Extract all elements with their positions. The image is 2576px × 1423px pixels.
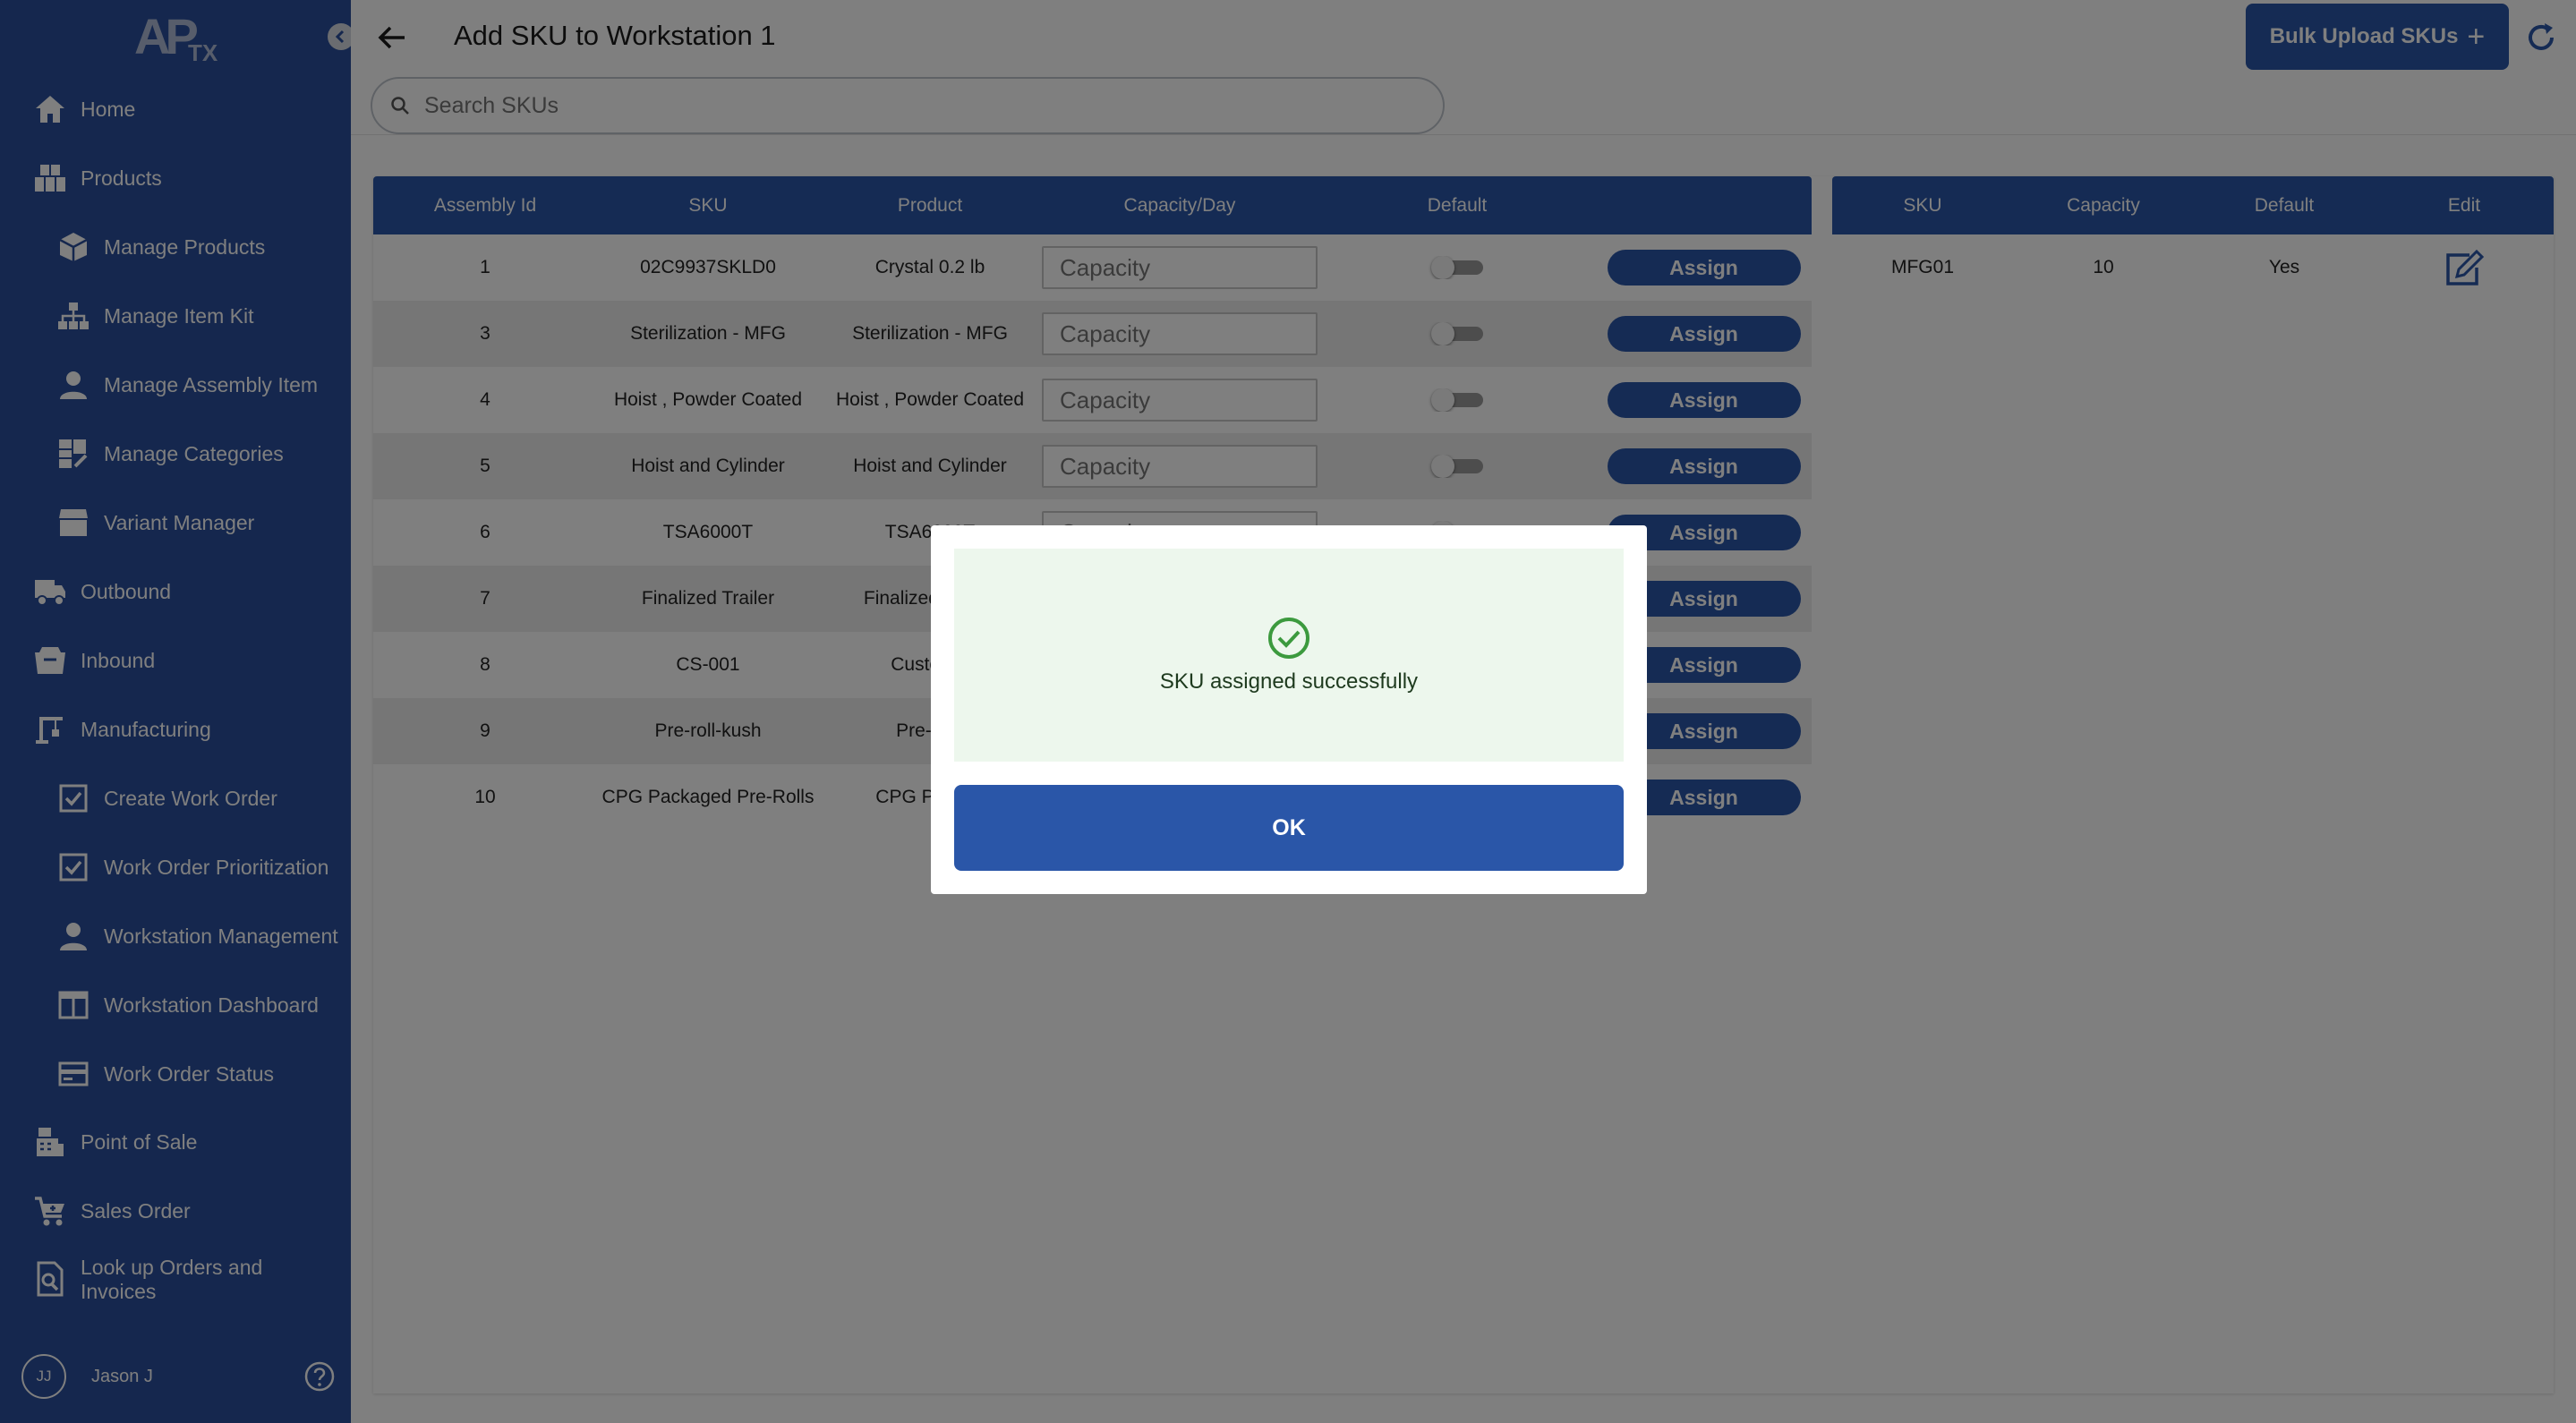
modal-overlay[interactable]: SKU assigned successfully OK	[0, 0, 2576, 1423]
check-circle-icon	[1268, 618, 1309, 659]
ok-button[interactable]: OK	[954, 785, 1624, 871]
success-message: SKU assigned successfully	[1159, 669, 1419, 694]
success-alert: SKU assigned successfully	[954, 549, 1624, 762]
success-dialog: SKU assigned successfully OK	[931, 525, 1647, 894]
